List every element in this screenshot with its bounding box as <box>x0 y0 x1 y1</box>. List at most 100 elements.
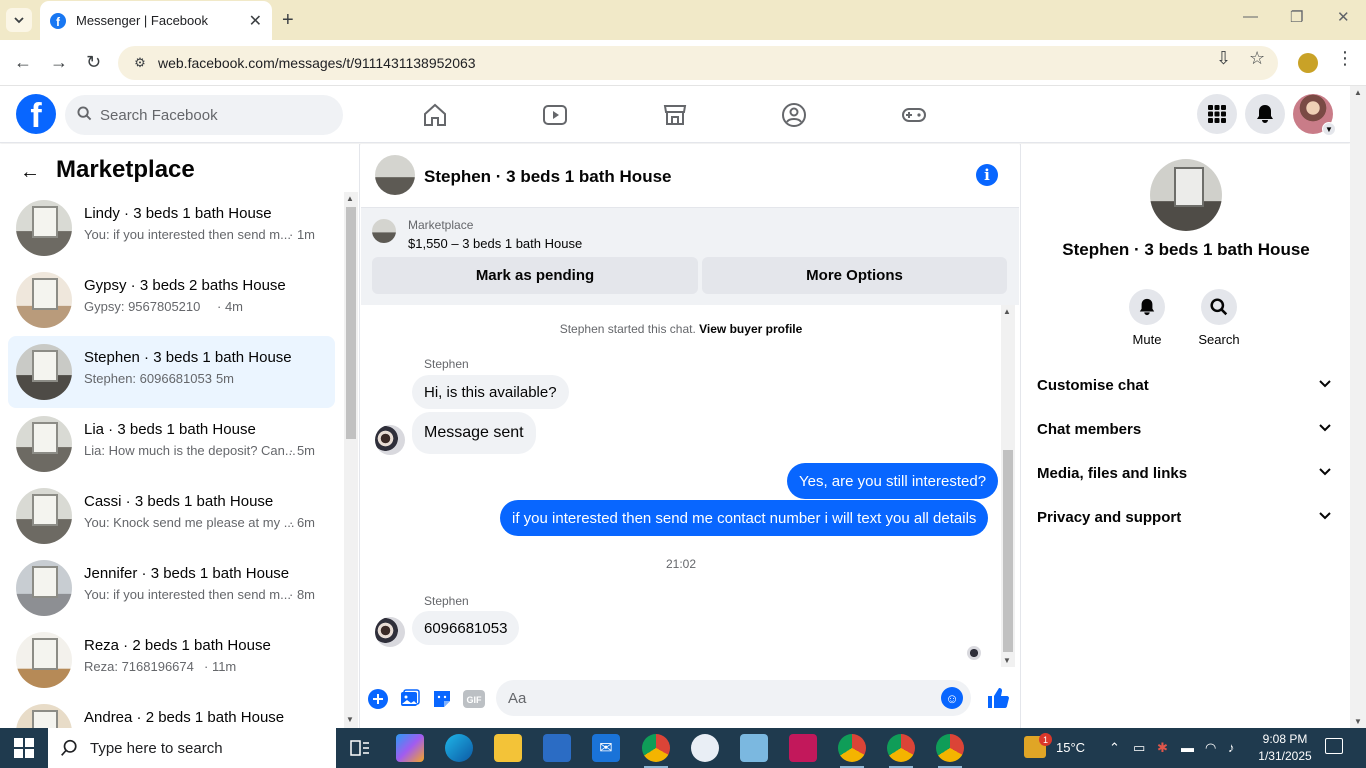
close-tab-icon[interactable]: ✕ <box>249 11 262 31</box>
reload-icon[interactable]: ↻ <box>86 52 101 73</box>
message-input-box[interactable]: ☺ <box>496 680 971 716</box>
show-hidden-icons-icon[interactable]: ⌃ <box>1109 740 1120 756</box>
menu-grid-icon[interactable] <box>1197 94 1237 134</box>
chat-list-scrollbar[interactable]: ▲ ▼ <box>344 192 358 728</box>
file-explorer-icon[interactable] <box>494 734 522 762</box>
more-options-button[interactable]: More Options <box>702 257 1007 294</box>
search-in-conversation-button[interactable]: Search <box>1189 289 1249 347</box>
view-buyer-profile-link[interactable]: View buyer profile <box>699 322 802 336</box>
meet-now-icon[interactable]: ▭ <box>1133 740 1145 756</box>
facebook-search[interactable] <box>65 95 343 135</box>
scroll-up-icon[interactable]: ▲ <box>1003 307 1011 316</box>
taskbar-search[interactable] <box>48 728 336 768</box>
bookmark-star-icon[interactable]: ☆ <box>1249 48 1265 69</box>
chat-list-item[interactable]: Andrea · 2 beds 1 bath House <box>8 696 335 728</box>
listing-thumbnail[interactable] <box>372 219 396 243</box>
home-icon[interactable] <box>420 100 450 130</box>
media-files-links-row[interactable]: Media, files and links <box>1029 451 1343 495</box>
edge-browser-icon[interactable] <box>445 734 473 762</box>
outgoing-message[interactable]: Yes, are you still interested? <box>787 463 999 499</box>
facebook-search-input[interactable] <box>100 106 320 124</box>
message-input[interactable] <box>508 689 928 707</box>
incoming-message[interactable]: Hi, is this available? <box>412 375 569 409</box>
info-icon[interactable]: i <box>976 164 998 186</box>
incoming-message[interactable]: Message sent <box>412 412 536 454</box>
scroll-up-icon[interactable]: ▲ <box>1354 88 1362 97</box>
message-scrollbar[interactable]: ▲ ▼ <box>1001 305 1015 667</box>
volume-icon[interactable]: ♪ <box>1228 740 1235 755</box>
chat-list-item[interactable]: Lia · 3 beds 1 bath House Lia: How much … <box>8 408 335 480</box>
account-avatar[interactable]: ▼ <box>1293 94 1336 136</box>
app-tray-icon[interactable]: ✱ <box>1157 740 1168 756</box>
notepad-icon[interactable] <box>740 734 768 762</box>
chrome-icon[interactable] <box>642 734 670 768</box>
sticker-icon[interactable] <box>431 688 453 710</box>
temperature[interactable]: 15°C <box>1056 740 1085 755</box>
back-arrow-icon[interactable]: ← <box>14 52 32 73</box>
chat-list-item-active[interactable]: Stephen · 3 beds 1 bath House Stephen: 6… <box>8 336 335 408</box>
thumbs-up-icon[interactable] <box>985 685 1011 711</box>
taskbar-clock[interactable]: 9:08 PM 1/31/2025 <box>1248 731 1322 765</box>
chat-list-item[interactable]: Gypsy · 3 beds 2 baths House Gypsy: 9567… <box>8 264 335 336</box>
paint-icon[interactable] <box>691 734 719 762</box>
groups-icon[interactable] <box>779 100 809 130</box>
profile-icon[interactable] <box>1298 53 1318 73</box>
customise-chat-row[interactable]: Customise chat <box>1029 363 1343 407</box>
wifi-icon[interactable]: ◠ <box>1205 740 1216 756</box>
marketplace-icon[interactable] <box>660 100 690 130</box>
sender-avatar[interactable] <box>375 425 405 455</box>
chrome-profile-icon[interactable] <box>887 734 915 768</box>
mute-button[interactable]: Mute <box>1117 289 1177 347</box>
privacy-support-row[interactable]: Privacy and support <box>1029 495 1343 539</box>
close-window-icon[interactable]: ✕ <box>1337 8 1350 26</box>
scroll-down-icon[interactable]: ▼ <box>1354 717 1362 726</box>
scroll-down-icon[interactable]: ▼ <box>346 715 354 724</box>
notification-center-icon[interactable] <box>1325 738 1343 754</box>
scroll-down-icon[interactable]: ▼ <box>1003 656 1011 665</box>
scrollbar-thumb[interactable] <box>1003 450 1013 652</box>
back-arrow-icon[interactable]: ← <box>20 161 40 184</box>
weather-icon[interactable]: 1 <box>1024 733 1052 758</box>
sender-avatar[interactable] <box>375 617 405 647</box>
gaming-icon[interactable] <box>899 100 929 130</box>
video-icon[interactable] <box>540 100 570 130</box>
windows-start-icon[interactable] <box>14 738 34 758</box>
chrome-profile-icon[interactable] <box>936 734 964 768</box>
gif-icon[interactable]: GIF <box>463 688 485 710</box>
chat-list-item[interactable]: Lindy · 3 beds 1 bath House You: if you … <box>8 192 335 264</box>
screen-recorder-icon[interactable] <box>789 734 817 762</box>
chat-list-item[interactable]: Reza · 2 beds 1 bath House Reza: 7168196… <box>8 624 335 696</box>
microsoft-store-icon[interactable] <box>543 734 571 762</box>
facebook-logo-icon[interactable]: f <box>16 94 56 134</box>
chrome-profile-icon[interactable] <box>838 734 866 768</box>
browser-menu-icon[interactable]: ⋮ <box>1336 48 1354 69</box>
notifications-bell-icon[interactable] <box>1245 94 1285 134</box>
scrollbar-thumb[interactable] <box>346 207 356 439</box>
minimize-icon[interactable]: — <box>1243 8 1258 25</box>
site-settings-icon[interactable]: ⚙ <box>130 53 150 73</box>
tab-search-button[interactable] <box>6 8 32 32</box>
conversation-avatar[interactable] <box>375 155 415 195</box>
outgoing-message[interactable]: if you interested then send me contact n… <box>500 500 989 536</box>
mark-as-pending-button[interactable]: Mark as pending <box>372 257 698 294</box>
chat-members-row[interactable]: Chat members <box>1029 407 1343 451</box>
plus-circle-icon[interactable] <box>367 688 389 710</box>
new-tab-icon[interactable]: + <box>282 9 294 32</box>
taskbar-search-input[interactable] <box>90 739 320 757</box>
photo-icon[interactable] <box>399 688 421 710</box>
chat-list-item[interactable]: Cassi · 3 beds 1 bath House You: Knock s… <box>8 480 335 552</box>
install-app-icon[interactable]: ⇩ <box>1216 48 1231 69</box>
copilot-icon[interactable] <box>396 734 424 762</box>
scroll-up-icon[interactable]: ▲ <box>346 194 354 203</box>
task-view-icon[interactable] <box>346 734 374 762</box>
browser-tab-messenger[interactable]: f Messenger | Facebook ✕ <box>40 1 272 40</box>
battery-icon[interactable]: ▬ <box>1181 740 1194 755</box>
restore-icon[interactable]: ❐ <box>1290 8 1303 26</box>
address-bar[interactable]: ⚙ web.facebook.com/messages/t/9111431138… <box>118 46 1278 80</box>
incoming-message[interactable]: 6096681053 <box>412 611 520 645</box>
page-scrollbar[interactable]: ▲ ▼ <box>1350 86 1366 728</box>
forward-arrow-icon[interactable]: → <box>50 52 68 73</box>
address-url[interactable]: web.facebook.com/messages/t/911143113895… <box>158 55 476 71</box>
emoji-icon[interactable]: ☺ <box>941 687 963 709</box>
listing-price-title[interactable]: $1,550 – 3 beds 1 bath House <box>408 236 582 251</box>
